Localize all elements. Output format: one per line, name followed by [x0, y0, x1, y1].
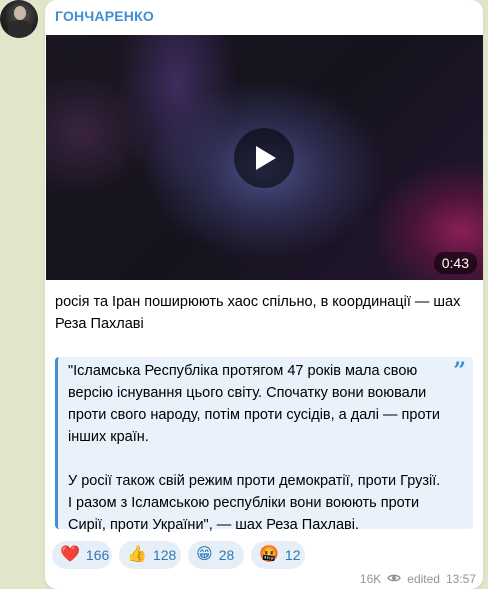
thumbs-up-icon: 👍: [127, 546, 147, 563]
channel-avatar[interactable]: [0, 0, 38, 38]
avatar-head: [14, 6, 26, 20]
reaction-count: 128: [152, 547, 177, 563]
video-duration: 0:43: [433, 252, 477, 274]
heart-icon: ❤️: [60, 546, 80, 563]
view-count: 16K: [359, 572, 382, 586]
reaction-heart[interactable]: ❤️ 166: [52, 541, 112, 569]
avatar-body: [8, 20, 32, 38]
grin-icon: 😁: [196, 546, 213, 563]
message-meta: 16K edited 13:57: [360, 572, 476, 586]
reaction-thumbs-up[interactable]: 👍 128: [119, 541, 181, 569]
sender-name[interactable]: ГОНЧАРЕНКО: [55, 8, 154, 24]
play-button[interactable]: [234, 128, 294, 188]
reaction-count: 166: [85, 547, 110, 563]
reaction-angry[interactable]: 🤬 12: [251, 541, 305, 569]
message-bubble: ГОНЧАРЕНКО 0:43 росія та Іран поширюють …: [45, 0, 483, 589]
message-caption: росія та Іран поширюють хаос спільно, в …: [55, 294, 461, 332]
play-icon: [256, 146, 276, 170]
message-time: 13:57: [445, 572, 476, 586]
quote-paragraph-1: "Ісламська Республіка протягом 47 років …: [68, 363, 440, 445]
quote-paragraph-2: У росії також свій режим проти демократі…: [68, 473, 441, 533]
quote-icon: ”: [453, 358, 466, 384]
reaction-count: 12: [284, 547, 301, 563]
blockquote: "Ісламська Республіка протягом 47 років …: [55, 357, 473, 533]
edited-label: edited: [407, 572, 440, 586]
reaction-grin[interactable]: 😁 28: [188, 541, 244, 569]
video-player[interactable]: 0:43: [46, 35, 483, 280]
eye-icon: [387, 572, 402, 586]
reaction-count: 28: [218, 547, 235, 563]
angry-face-icon: 🤬: [259, 546, 279, 563]
